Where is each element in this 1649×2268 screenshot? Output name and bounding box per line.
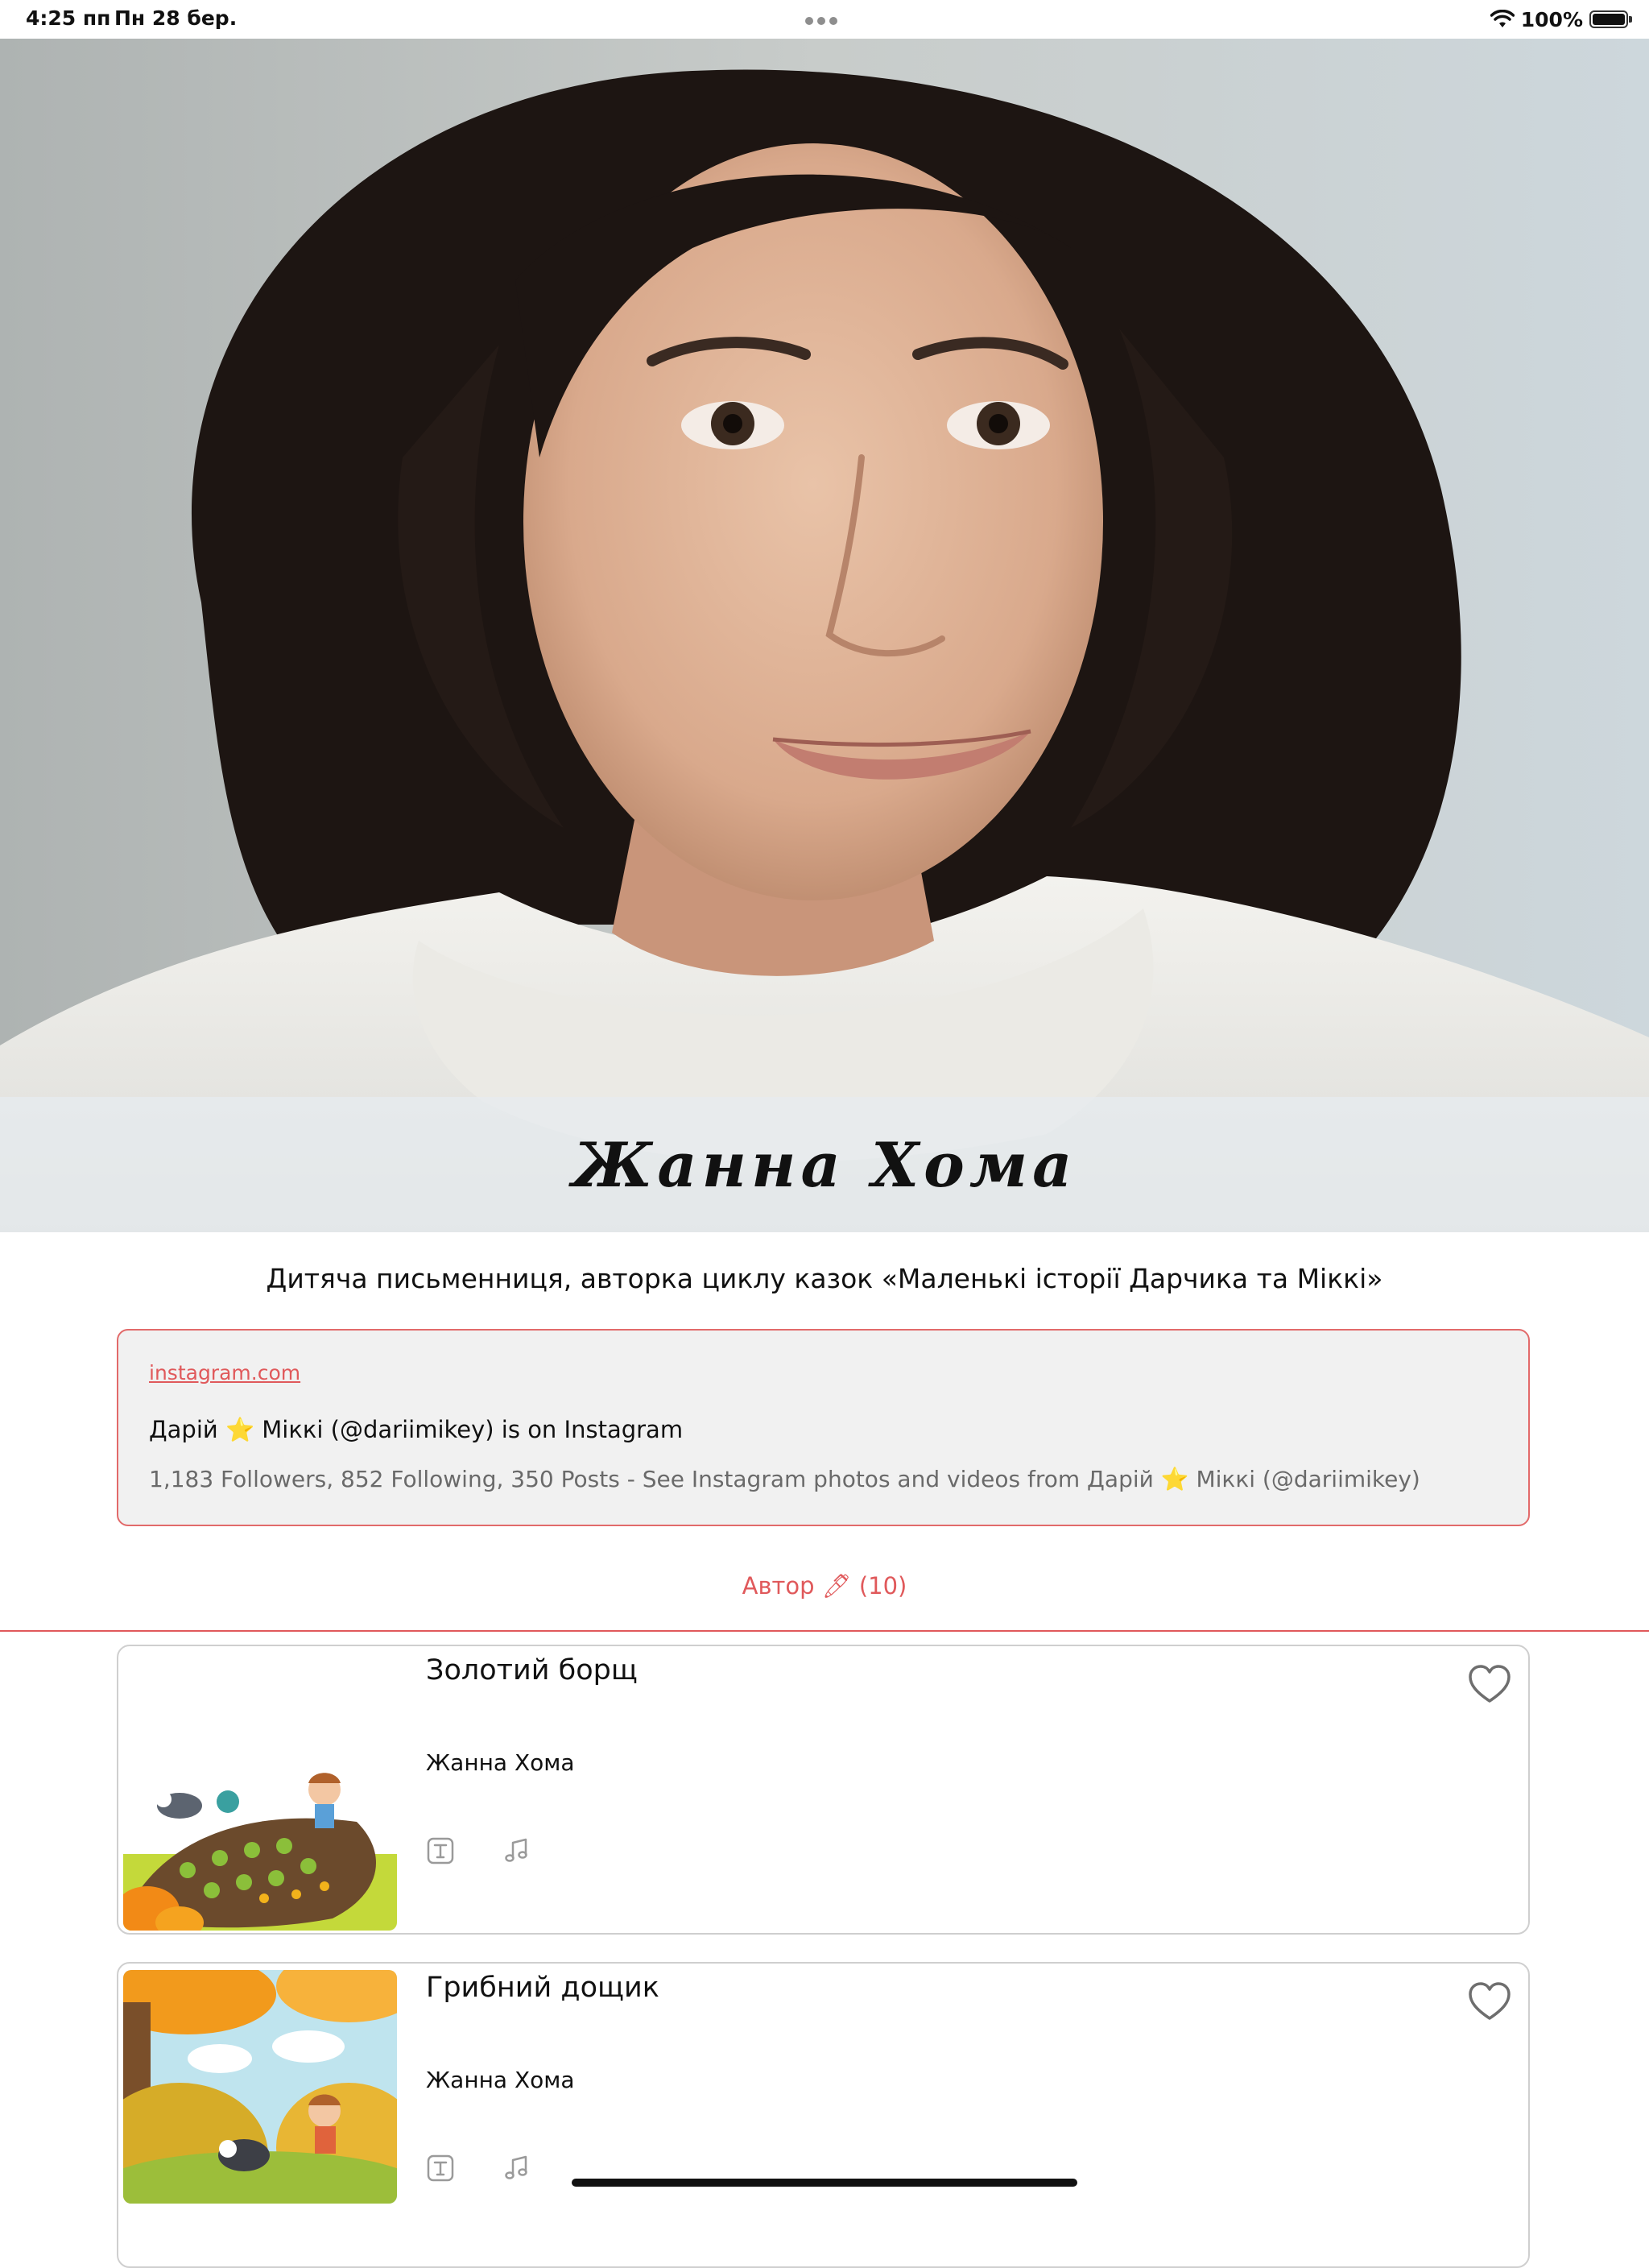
author-name: Жанна Хома: [572, 1128, 1077, 1201]
book-title[interactable]: Грибний дощик: [426, 1972, 659, 2004]
author-works-tab[interactable]: Автор 🖊 (10): [0, 1572, 1649, 1600]
status-time: 4:25 пп: [26, 6, 111, 30]
book-author[interactable]: Жанна Хома: [426, 1749, 575, 1776]
music-note-icon: [505, 1838, 527, 1862]
book-card[interactable]: Грибний дощик Жанна Хома: [117, 1962, 1530, 2268]
music-note-icon: [505, 2155, 527, 2179]
heart-outline-icon: [1469, 1665, 1511, 1703]
book-cover-image: [123, 1757, 397, 1931]
section-divider: [0, 1630, 1649, 1632]
status-date: Пн 28 бер.: [114, 6, 238, 30]
favorite-button[interactable]: [1465, 1661, 1514, 1709]
author-bio: Дитяча письменниця, авторка циклу казок …: [266, 1263, 1383, 1294]
wifi-icon: [1490, 10, 1515, 29]
home-indicator[interactable]: [572, 2179, 1077, 2187]
text-icon: [427, 2154, 454, 2182]
author-name-banner: Жанна Хома: [0, 1097, 1649, 1232]
status-bar: 4:25 пп Пн 28 бер. 100%: [0, 0, 1649, 39]
text-icon: [427, 1837, 454, 1864]
link-description: 1,183 Followers, 852 Following, 350 Post…: [149, 1466, 1420, 1492]
favorite-button[interactable]: [1465, 1978, 1514, 2026]
instagram-link-preview[interactable]: instagram.com Дарій ⭐ Міккі (@dariimikey…: [117, 1329, 1530, 1526]
book-author[interactable]: Жанна Хома: [426, 2067, 575, 2093]
heart-outline-icon: [1469, 1982, 1511, 2020]
book-card[interactable]: Золотий борщ Жанна Хома: [117, 1645, 1530, 1935]
multitasking-dots-icon[interactable]: [805, 13, 844, 25]
link-domain[interactable]: instagram.com: [149, 1361, 300, 1384]
link-title: Дарій ⭐ Міккі (@dariimikey) is on Instag…: [149, 1416, 684, 1443]
author-hero: Жанна Хома: [0, 39, 1649, 1232]
book-formats: [426, 1836, 531, 1865]
book-cover-image: [123, 1970, 397, 2204]
book-title[interactable]: Золотий борщ: [426, 1654, 638, 1687]
status-indicators: 100%: [1490, 6, 1632, 33]
book-formats: [426, 2154, 531, 2183]
battery-icon: [1589, 10, 1632, 28]
author-portrait-photo: [0, 39, 1649, 1232]
battery-percentage: 100%: [1520, 7, 1583, 31]
